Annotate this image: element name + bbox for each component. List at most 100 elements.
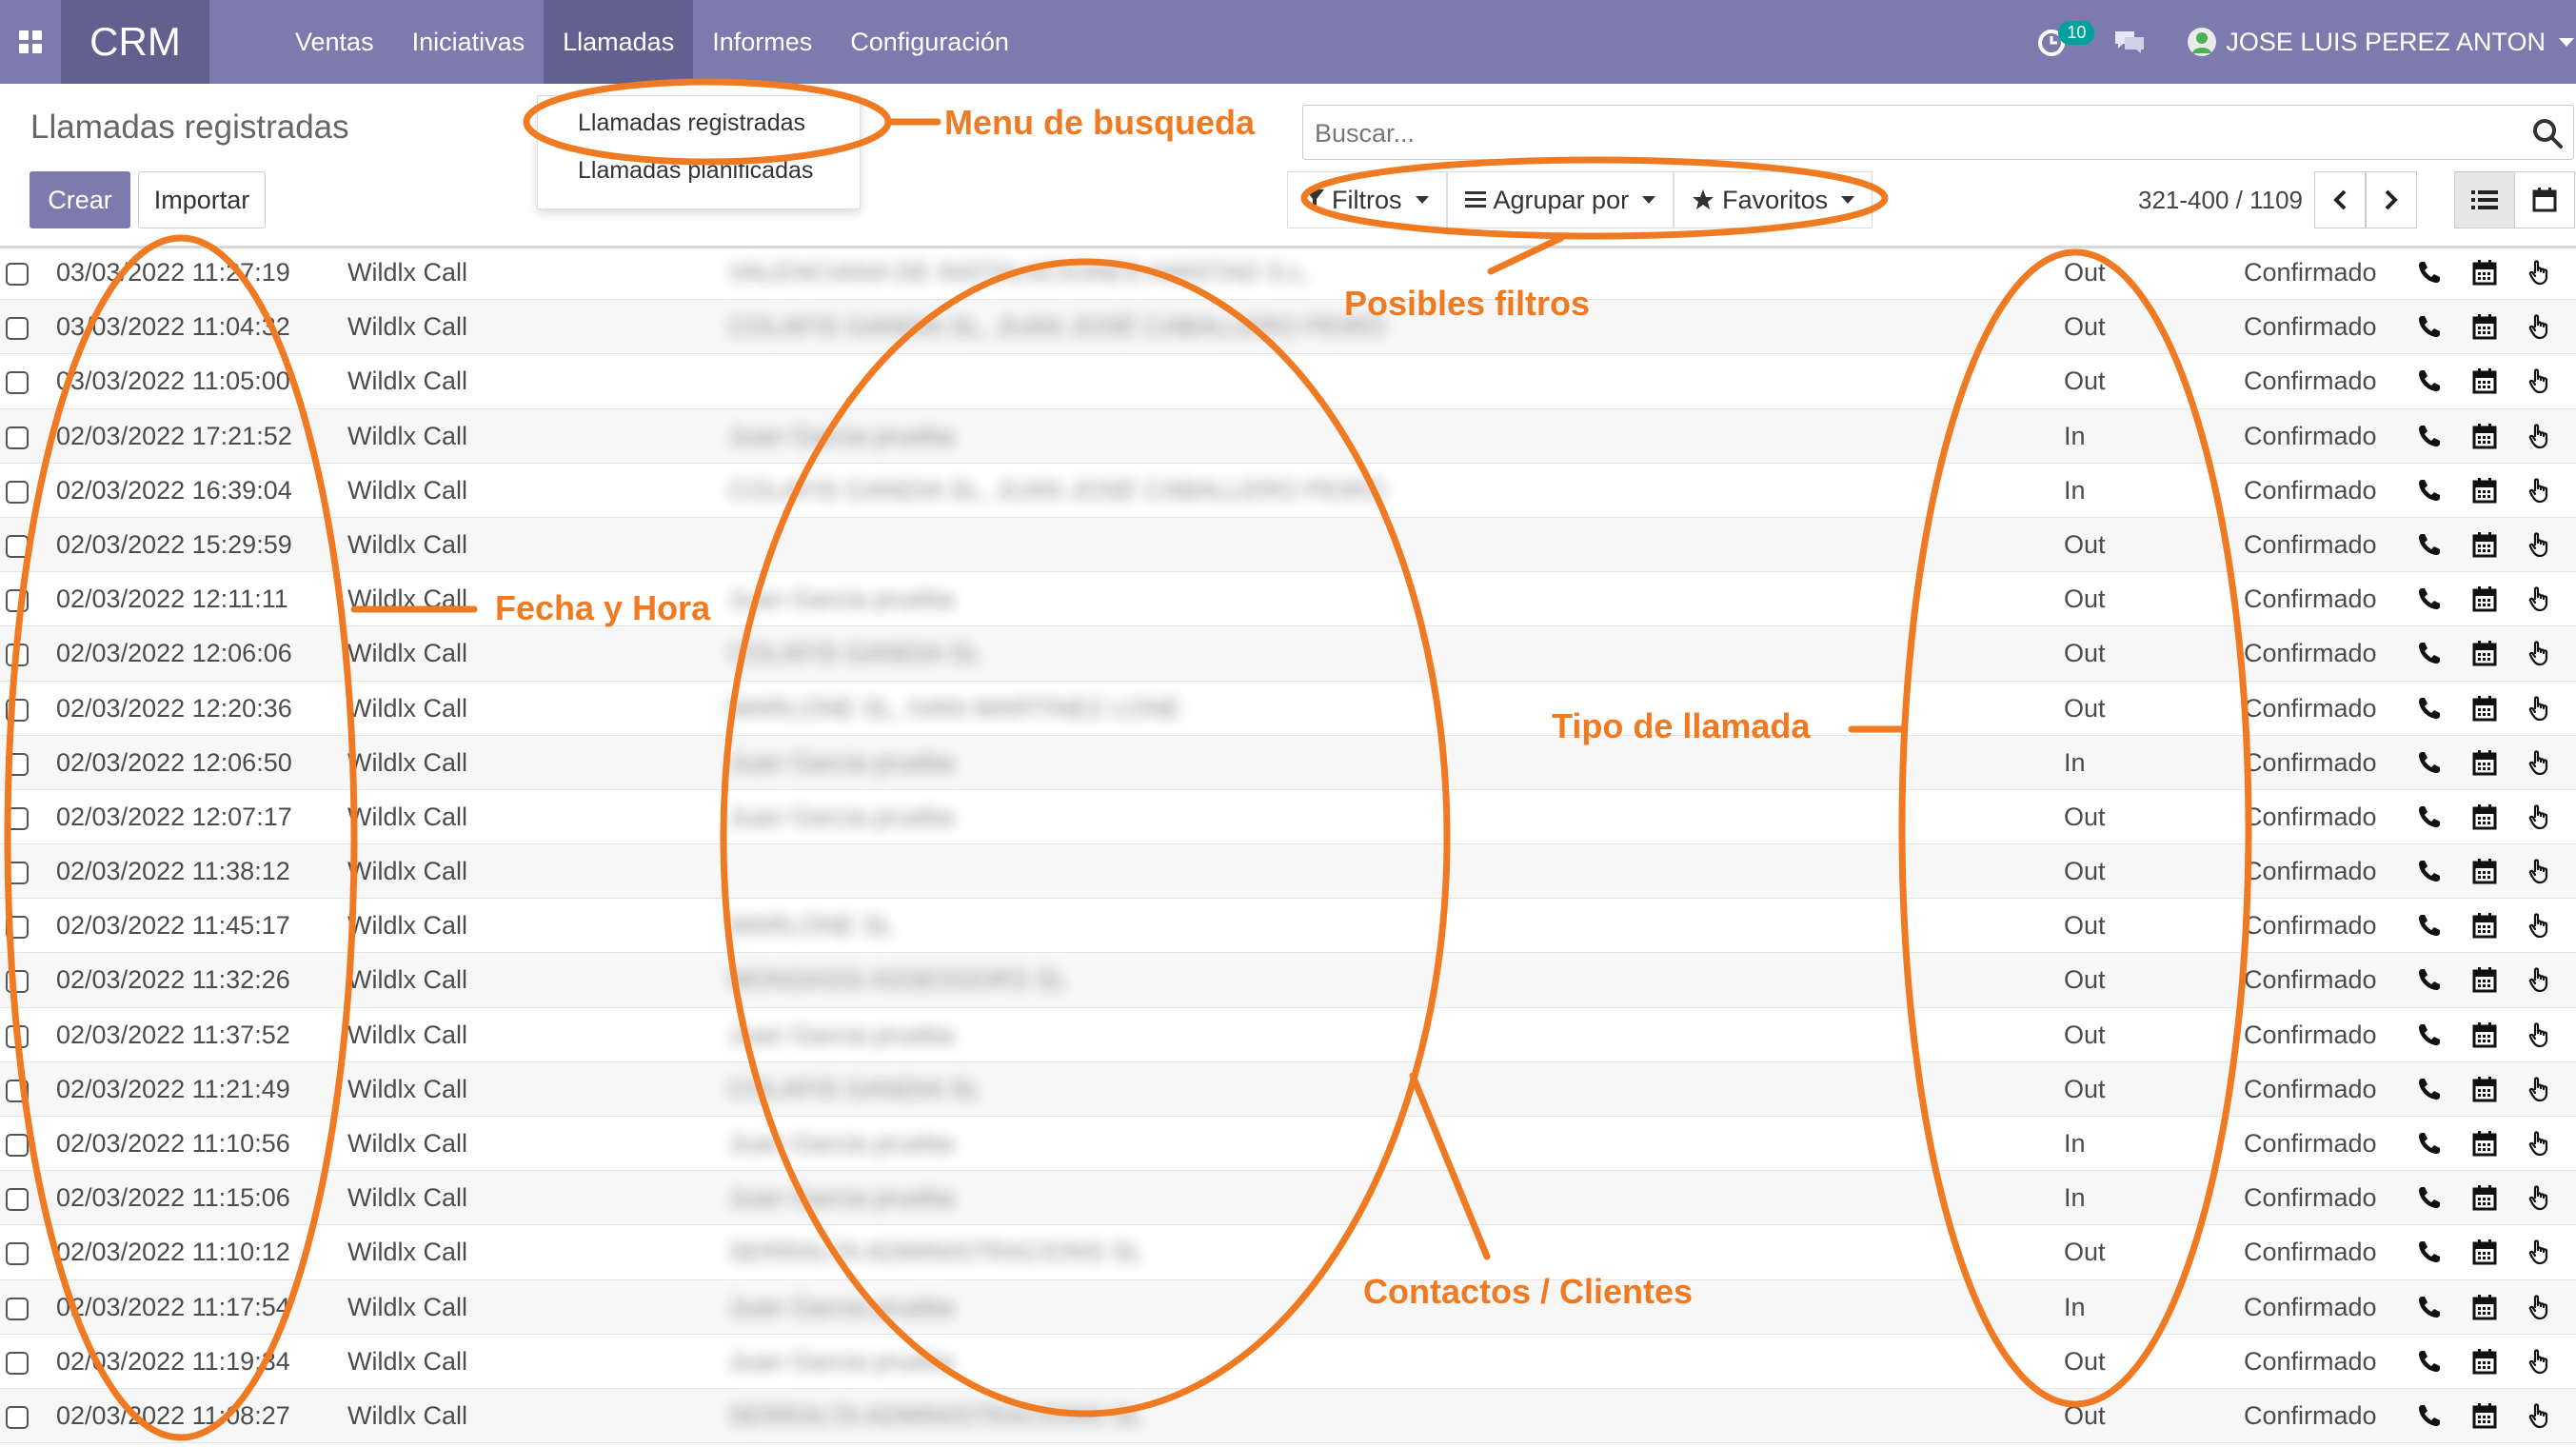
hand-pointer-icon[interactable]	[2526, 912, 2553, 939]
table-row[interactable]: 03/03/2022 11:27:19 Wildlx Call VALENCIANA…	[0, 246, 2576, 301]
table-row[interactable]: 02/03/2022 11:19:34 Wildlx Call Juan Garci…	[0, 1335, 2576, 1389]
search-input[interactable]	[1313, 106, 2507, 161]
menu-configuracion[interactable]: Configuración	[831, 0, 1028, 84]
calendar-icon[interactable]	[2471, 1348, 2498, 1375]
phone-icon[interactable]	[2416, 367, 2443, 394]
row-checkbox[interactable]	[6, 589, 29, 613]
row-checkbox[interactable]	[6, 263, 29, 286]
hand-pointer-icon[interactable]	[2526, 531, 2553, 558]
create-button[interactable]: Crear	[30, 171, 130, 228]
row-checkbox[interactable]	[6, 1242, 29, 1266]
table-row[interactable]: 03/03/2022 11:04:32 Wildlx Call COLAFIS GA…	[0, 300, 2576, 355]
row-checkbox[interactable]	[6, 1351, 29, 1375]
phone-icon[interactable]	[2416, 858, 2443, 884]
phone-icon[interactable]	[2416, 423, 2443, 449]
table-row[interactable]: 02/03/2022 11:21:49 Wildlx Call COLAFIS GA…	[0, 1061, 2576, 1117]
hand-pointer-icon[interactable]	[2526, 1348, 2553, 1375]
phone-icon[interactable]	[2416, 313, 2443, 340]
calendar-view-button[interactable]	[2514, 171, 2575, 228]
row-checkbox[interactable]	[6, 534, 29, 558]
phone-icon[interactable]	[2416, 1130, 2443, 1157]
pager-value[interactable]: 321-400 / 1109	[2138, 186, 2303, 215]
hand-pointer-icon[interactable]	[2526, 1184, 2553, 1211]
hand-pointer-icon[interactable]	[2526, 966, 2553, 993]
phone-icon[interactable]	[2416, 1402, 2443, 1429]
phone-icon[interactable]	[2416, 1348, 2443, 1375]
hand-pointer-icon[interactable]	[2526, 477, 2553, 504]
calendar-icon[interactable]	[2471, 1021, 2498, 1048]
phone-icon[interactable]	[2416, 966, 2443, 993]
hand-pointer-icon[interactable]	[2526, 585, 2553, 612]
list-view-button[interactable]	[2454, 171, 2515, 228]
calendar-icon[interactable]	[2471, 858, 2498, 884]
table-row[interactable]: 02/03/2022 11:10:56 Wildlx Call Juan Garci…	[0, 1117, 2576, 1172]
table-row[interactable]: 02/03/2022 11:08:27 Wildlx Call SERRALTA A…	[0, 1388, 2576, 1444]
calendar-icon[interactable]	[2471, 640, 2498, 666]
phone-icon[interactable]	[2416, 803, 2443, 830]
hand-pointer-icon[interactable]	[2526, 695, 2553, 722]
hand-pointer-icon[interactable]	[2526, 1239, 2553, 1265]
hand-pointer-icon[interactable]	[2526, 640, 2553, 666]
phone-icon[interactable]	[2416, 695, 2443, 722]
row-checkbox[interactable]	[6, 1188, 29, 1212]
calendar-icon[interactable]	[2471, 1130, 2498, 1157]
table-row[interactable]: 02/03/2022 16:39:04 Wildlx Call COLAFIS GA…	[0, 464, 2576, 518]
calendar-icon[interactable]	[2471, 585, 2498, 612]
chat-icon[interactable]	[2113, 30, 2146, 54]
hand-pointer-icon[interactable]	[2526, 1294, 2553, 1320]
row-checkbox[interactable]	[6, 806, 29, 830]
calendar-icon[interactable]	[2471, 477, 2498, 504]
table-row[interactable]: 02/03/2022 11:17:54 Wildlx Call Juan Garci…	[0, 1279, 2576, 1335]
hand-pointer-icon[interactable]	[2526, 313, 2553, 340]
table-row[interactable]: 02/03/2022 11:45:17 Wildlx Call MARLONE SL…	[0, 899, 2576, 954]
calendar-icon[interactable]	[2471, 313, 2498, 340]
groupby-button[interactable]: Agrupar por	[1446, 171, 1674, 228]
phone-icon[interactable]	[2416, 477, 2443, 504]
table-row[interactable]: 02/03/2022 11:37:52 Wildlx Call Juan Garci…	[0, 1008, 2576, 1062]
calendar-icon[interactable]	[2471, 1239, 2498, 1265]
phone-icon[interactable]	[2416, 585, 2443, 612]
favorites-button[interactable]: Favoritos	[1674, 171, 1873, 228]
hand-pointer-icon[interactable]	[2526, 803, 2553, 830]
hand-pointer-icon[interactable]	[2526, 1076, 2553, 1102]
row-checkbox[interactable]	[6, 1079, 29, 1102]
calendar-icon[interactable]	[2471, 966, 2498, 993]
phone-icon[interactable]	[2416, 912, 2443, 939]
app-brand[interactable]: CRM	[61, 0, 209, 84]
phone-icon[interactable]	[2416, 1021, 2443, 1048]
table-row[interactable]: 02/03/2022 15:29:59 Wildlx Call Out Confirm…	[0, 517, 2576, 573]
row-checkbox[interactable]	[6, 644, 29, 667]
table-row[interactable]: 02/03/2022 11:10:12 Wildlx Call SERRALTA A…	[0, 1225, 2576, 1280]
row-checkbox[interactable]	[6, 916, 29, 940]
pager-previous-button[interactable]	[2314, 171, 2366, 228]
row-checkbox[interactable]	[6, 480, 29, 504]
pager-next-button[interactable]	[2366, 171, 2417, 228]
phone-icon[interactable]	[2416, 1184, 2443, 1211]
dropdown-item-llamadas-registradas[interactable]: Llamadas registradas	[578, 109, 805, 137]
hand-pointer-icon[interactable]	[2526, 259, 2553, 286]
phone-icon[interactable]	[2416, 259, 2443, 286]
row-checkbox[interactable]	[6, 426, 29, 449]
phone-icon[interactable]	[2416, 1076, 2443, 1102]
calendar-icon[interactable]	[2471, 912, 2498, 939]
phone-icon[interactable]	[2416, 531, 2443, 558]
phone-icon[interactable]	[2416, 1294, 2443, 1320]
row-checkbox[interactable]	[6, 371, 29, 395]
table-row[interactable]: 02/03/2022 12:06:50 Wildlx Call Juan Garci…	[0, 735, 2576, 790]
apps-menu-button[interactable]	[0, 0, 61, 84]
calendar-icon[interactable]	[2471, 423, 2498, 449]
calendar-icon[interactable]	[2471, 259, 2498, 286]
filters-button[interactable]: Filtros	[1287, 171, 1447, 228]
row-checkbox[interactable]	[6, 970, 29, 994]
menu-iniciativas[interactable]: Iniciativas	[393, 0, 545, 84]
menu-ventas[interactable]: Ventas	[276, 0, 393, 84]
calendar-icon[interactable]	[2471, 1402, 2498, 1429]
table-row[interactable]: 03/03/2022 11:05:00 Wildlx Call Out Confirm…	[0, 354, 2576, 409]
search-icon[interactable]	[2531, 117, 2564, 149]
calendar-icon[interactable]	[2471, 367, 2498, 394]
table-row[interactable]: 02/03/2022 11:38:12 Wildlx Call Out Confirm…	[0, 844, 2576, 900]
hand-pointer-icon[interactable]	[2526, 858, 2553, 884]
row-checkbox[interactable]	[6, 1134, 29, 1157]
table-row[interactable]: 02/03/2022 12:20:36 Wildlx Call MARLONE SL…	[0, 682, 2576, 736]
table-row[interactable]: 02/03/2022 12:07:17 Wildlx Call Juan Garci…	[0, 790, 2576, 845]
